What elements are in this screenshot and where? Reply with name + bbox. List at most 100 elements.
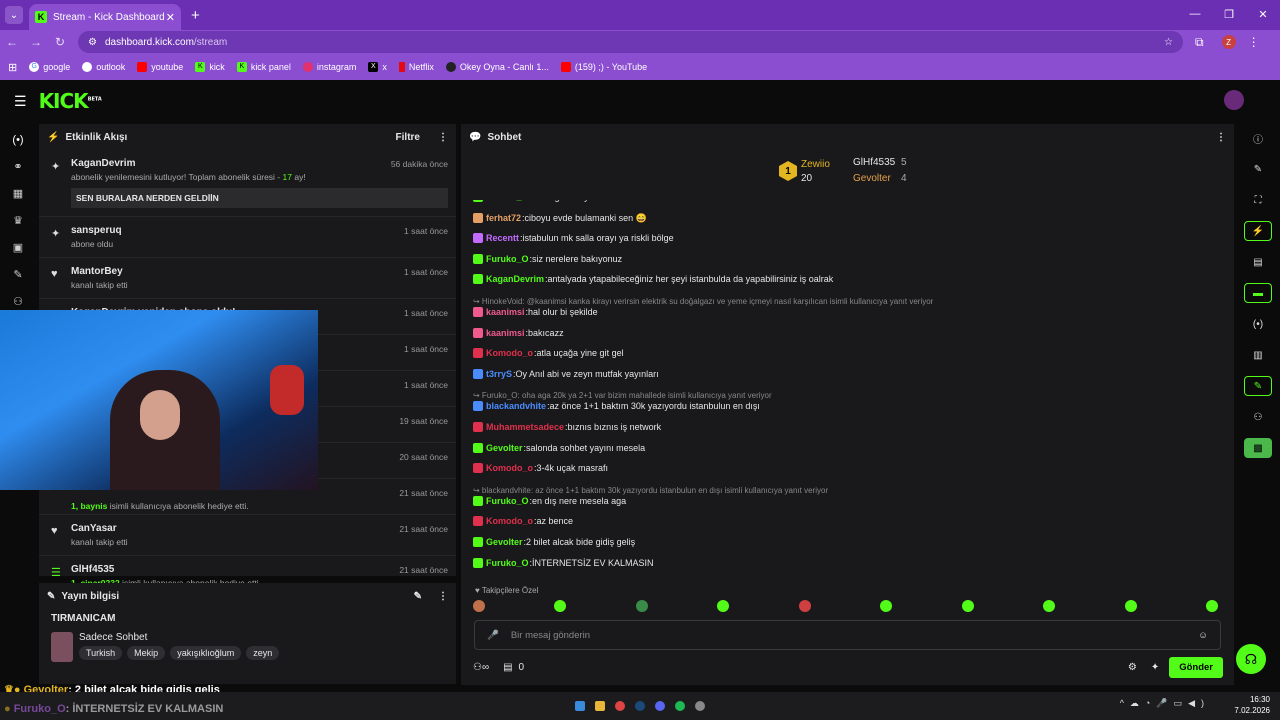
edit-icon[interactable]: ✎ xyxy=(1244,159,1272,179)
steam-icon[interactable] xyxy=(635,701,645,711)
chat-username[interactable]: Komodo_o xyxy=(486,348,533,358)
chat-message[interactable]: blackandvhite: az önce 1+1 baktım 30k ya… xyxy=(473,401,760,412)
spotify-icon[interactable] xyxy=(675,701,685,711)
reload-icon[interactable]: ↻ xyxy=(48,35,72,49)
tag[interactable]: Turkish xyxy=(79,646,123,660)
explorer-icon[interactable] xyxy=(595,701,605,711)
bookmark-youtube[interactable]: youtube xyxy=(137,62,183,72)
forward-icon[interactable]: → xyxy=(24,35,48,49)
chat-username[interactable]: Furuko_O xyxy=(486,496,529,506)
chat-username[interactable]: Furuko_O xyxy=(486,558,529,568)
bookmark-youtube-159[interactable]: (159) ;) - YouTube xyxy=(560,62,647,72)
chat-username[interactable]: Komodo_o xyxy=(486,516,533,526)
tab-kick-dashboard[interactable]: K Stream - Kick Dashboard ✕ xyxy=(29,4,181,30)
tag[interactable]: yakışıklıoğlum xyxy=(170,646,242,660)
chat-message[interactable]: Komodo_o: atla uçağa yine git gel xyxy=(473,348,624,359)
tab-search-button[interactable]: ⌄ xyxy=(5,6,23,24)
site-info-icon[interactable]: ⚙ xyxy=(88,37,97,48)
emote[interactable] xyxy=(961,600,974,612)
emote[interactable] xyxy=(1124,600,1137,612)
chat-message[interactable]: ferhat72: ciboyu evde bulamanki sen 😄 xyxy=(473,213,647,224)
chat-bubble-icon[interactable]: ▬ xyxy=(1244,283,1272,303)
microphone-icon[interactable]: 🎤 xyxy=(487,630,499,641)
community-icon[interactable]: ⚇∞ xyxy=(473,662,489,673)
chat-username[interactable]: blackandvhite xyxy=(486,401,546,411)
video-icon[interactable]: ▣ xyxy=(0,234,36,261)
emoji-icon[interactable]: ☺ xyxy=(1198,630,1208,641)
chat-message[interactable]: kaanimsi: hal olur bi şekilde xyxy=(473,307,598,317)
menu-icon[interactable]: ☰ xyxy=(14,93,27,110)
store-icon[interactable]: ▤ xyxy=(503,662,512,673)
chat-username[interactable]: Gevolter xyxy=(486,537,523,547)
close-tab-icon[interactable]: ✕ xyxy=(166,11,175,24)
chat-message[interactable]: Furuko_O: İNTERNETSİZ EV KALMASIN xyxy=(473,557,654,568)
screen-capture-icon[interactable]: ⛶ xyxy=(1244,190,1272,210)
emote[interactable] xyxy=(798,600,811,612)
user-avatar[interactable] xyxy=(1224,90,1244,110)
emote[interactable] xyxy=(1043,600,1056,612)
settings-icon[interactable]: ⚙ xyxy=(1128,662,1137,673)
minimize-icon[interactable]: — xyxy=(1178,0,1212,28)
bookmark-kick[interactable]: Kkick xyxy=(195,62,225,72)
more-options-icon[interactable]: ⋮ xyxy=(438,132,448,143)
printer-icon[interactable]: ▥ xyxy=(1244,345,1272,365)
trophy-icon[interactable]: ♛ xyxy=(0,207,36,234)
chat-message[interactable]: t3rryS: Oy Anıl abi ve zeyn mutfak yayın… xyxy=(473,368,659,379)
chat-username[interactable]: Gevolter xyxy=(486,443,523,453)
bookmark-kick-panel[interactable]: Kkick panel xyxy=(236,62,291,72)
chrome-icon[interactable] xyxy=(615,701,625,711)
new-tab-button[interactable]: + xyxy=(191,7,200,24)
chat-message[interactable]: Furuko_O: siz nerelere bakıyonuz xyxy=(473,253,622,264)
chat-username[interactable]: KaganDevrim xyxy=(486,274,544,284)
wrench-icon[interactable]: ✎ xyxy=(1244,376,1272,396)
link-icon[interactable]: ⚭ xyxy=(0,153,36,180)
send-button[interactable]: Gönder xyxy=(1169,656,1223,678)
lightning-icon[interactable]: ⚡ xyxy=(1244,221,1272,241)
maximize-icon[interactable]: ❐ xyxy=(1212,0,1246,28)
url-input[interactable]: ⚙ dashboard.kick.com /stream ☆ xyxy=(78,31,1183,53)
document-icon[interactable]: ▤ xyxy=(1244,252,1272,272)
profile-avatar[interactable]: Z xyxy=(1221,35,1236,49)
emote[interactable] xyxy=(717,600,730,612)
bookmark-x[interactable]: Xx xyxy=(368,62,387,72)
emote[interactable] xyxy=(1205,600,1218,612)
filter-button[interactable]: Filtre xyxy=(396,132,420,143)
bookmark-instagram[interactable]: instagram xyxy=(302,62,356,72)
browser-menu-icon[interactable]: ⋮ xyxy=(1248,35,1260,49)
bookmark-okey[interactable]: Okey Oyna - Canlı 1... xyxy=(445,62,549,72)
analytics-icon[interactable]: ▦ xyxy=(0,180,36,207)
tag[interactable]: zeyn xyxy=(246,646,280,660)
emote[interactable] xyxy=(635,600,648,612)
chat-username[interactable]: kaanimsi xyxy=(486,307,525,317)
game-icon[interactable]: ▩ xyxy=(1244,438,1272,458)
chat-message[interactable]: Furuko_O: oha aga 20k ya 2+1 var bizim m… xyxy=(473,200,694,202)
start-icon[interactable] xyxy=(575,701,585,711)
emote[interactable] xyxy=(554,600,567,612)
back-icon[interactable]: ← xyxy=(0,35,24,49)
broadcast-icon[interactable]: (•) xyxy=(1244,314,1272,334)
chat-username[interactable]: Muhammetsadece xyxy=(486,422,564,432)
chat-username[interactable]: Furuko_O xyxy=(486,254,529,264)
bookmark-netflix[interactable]: Netflix xyxy=(398,62,434,72)
chat-message[interactable]: kaanimsi: bakıcazz xyxy=(473,327,564,338)
chat-input[interactable]: 🎤 Bir mesaj gönderin ☺ xyxy=(474,620,1221,650)
emote[interactable] xyxy=(473,600,485,612)
extensions-icon[interactable]: ⧉ xyxy=(1195,35,1204,50)
chat-message[interactable]: KaganDevrim: antalyada ytapabileceğiniz … xyxy=(473,274,833,285)
chat-username[interactable]: t3rryS xyxy=(486,369,512,379)
info-icon[interactable]: ⓘ xyxy=(1244,128,1272,148)
chat-username[interactable]: ferhat72 xyxy=(486,213,521,223)
stream-live-icon[interactable]: (•) xyxy=(0,126,36,153)
more-options-icon[interactable]: ⋮ xyxy=(438,591,448,602)
chat-username[interactable]: Komodo_o xyxy=(486,463,533,473)
chat-message[interactable]: Furuko_O: en dış nere mesela aga xyxy=(473,495,626,506)
apps-grid-icon[interactable]: ⊞ xyxy=(8,61,17,74)
bookmark-star-icon[interactable]: ☆ xyxy=(1164,37,1173,48)
more-options-icon[interactable]: ⋮ xyxy=(1216,132,1226,143)
system-tray-icons[interactable]: ^☁◔🎤▭◀) xyxy=(1120,698,1210,709)
bookmark-google[interactable]: Ggoogle xyxy=(29,62,70,72)
emote[interactable] xyxy=(880,600,893,612)
chat-message[interactable]: Recentt: istabulun mk salla orayı ya ris… xyxy=(473,233,674,244)
support-headset-icon[interactable]: ☊ xyxy=(1236,644,1266,674)
chat-message[interactable]: Komodo_o: az bence xyxy=(473,516,573,527)
